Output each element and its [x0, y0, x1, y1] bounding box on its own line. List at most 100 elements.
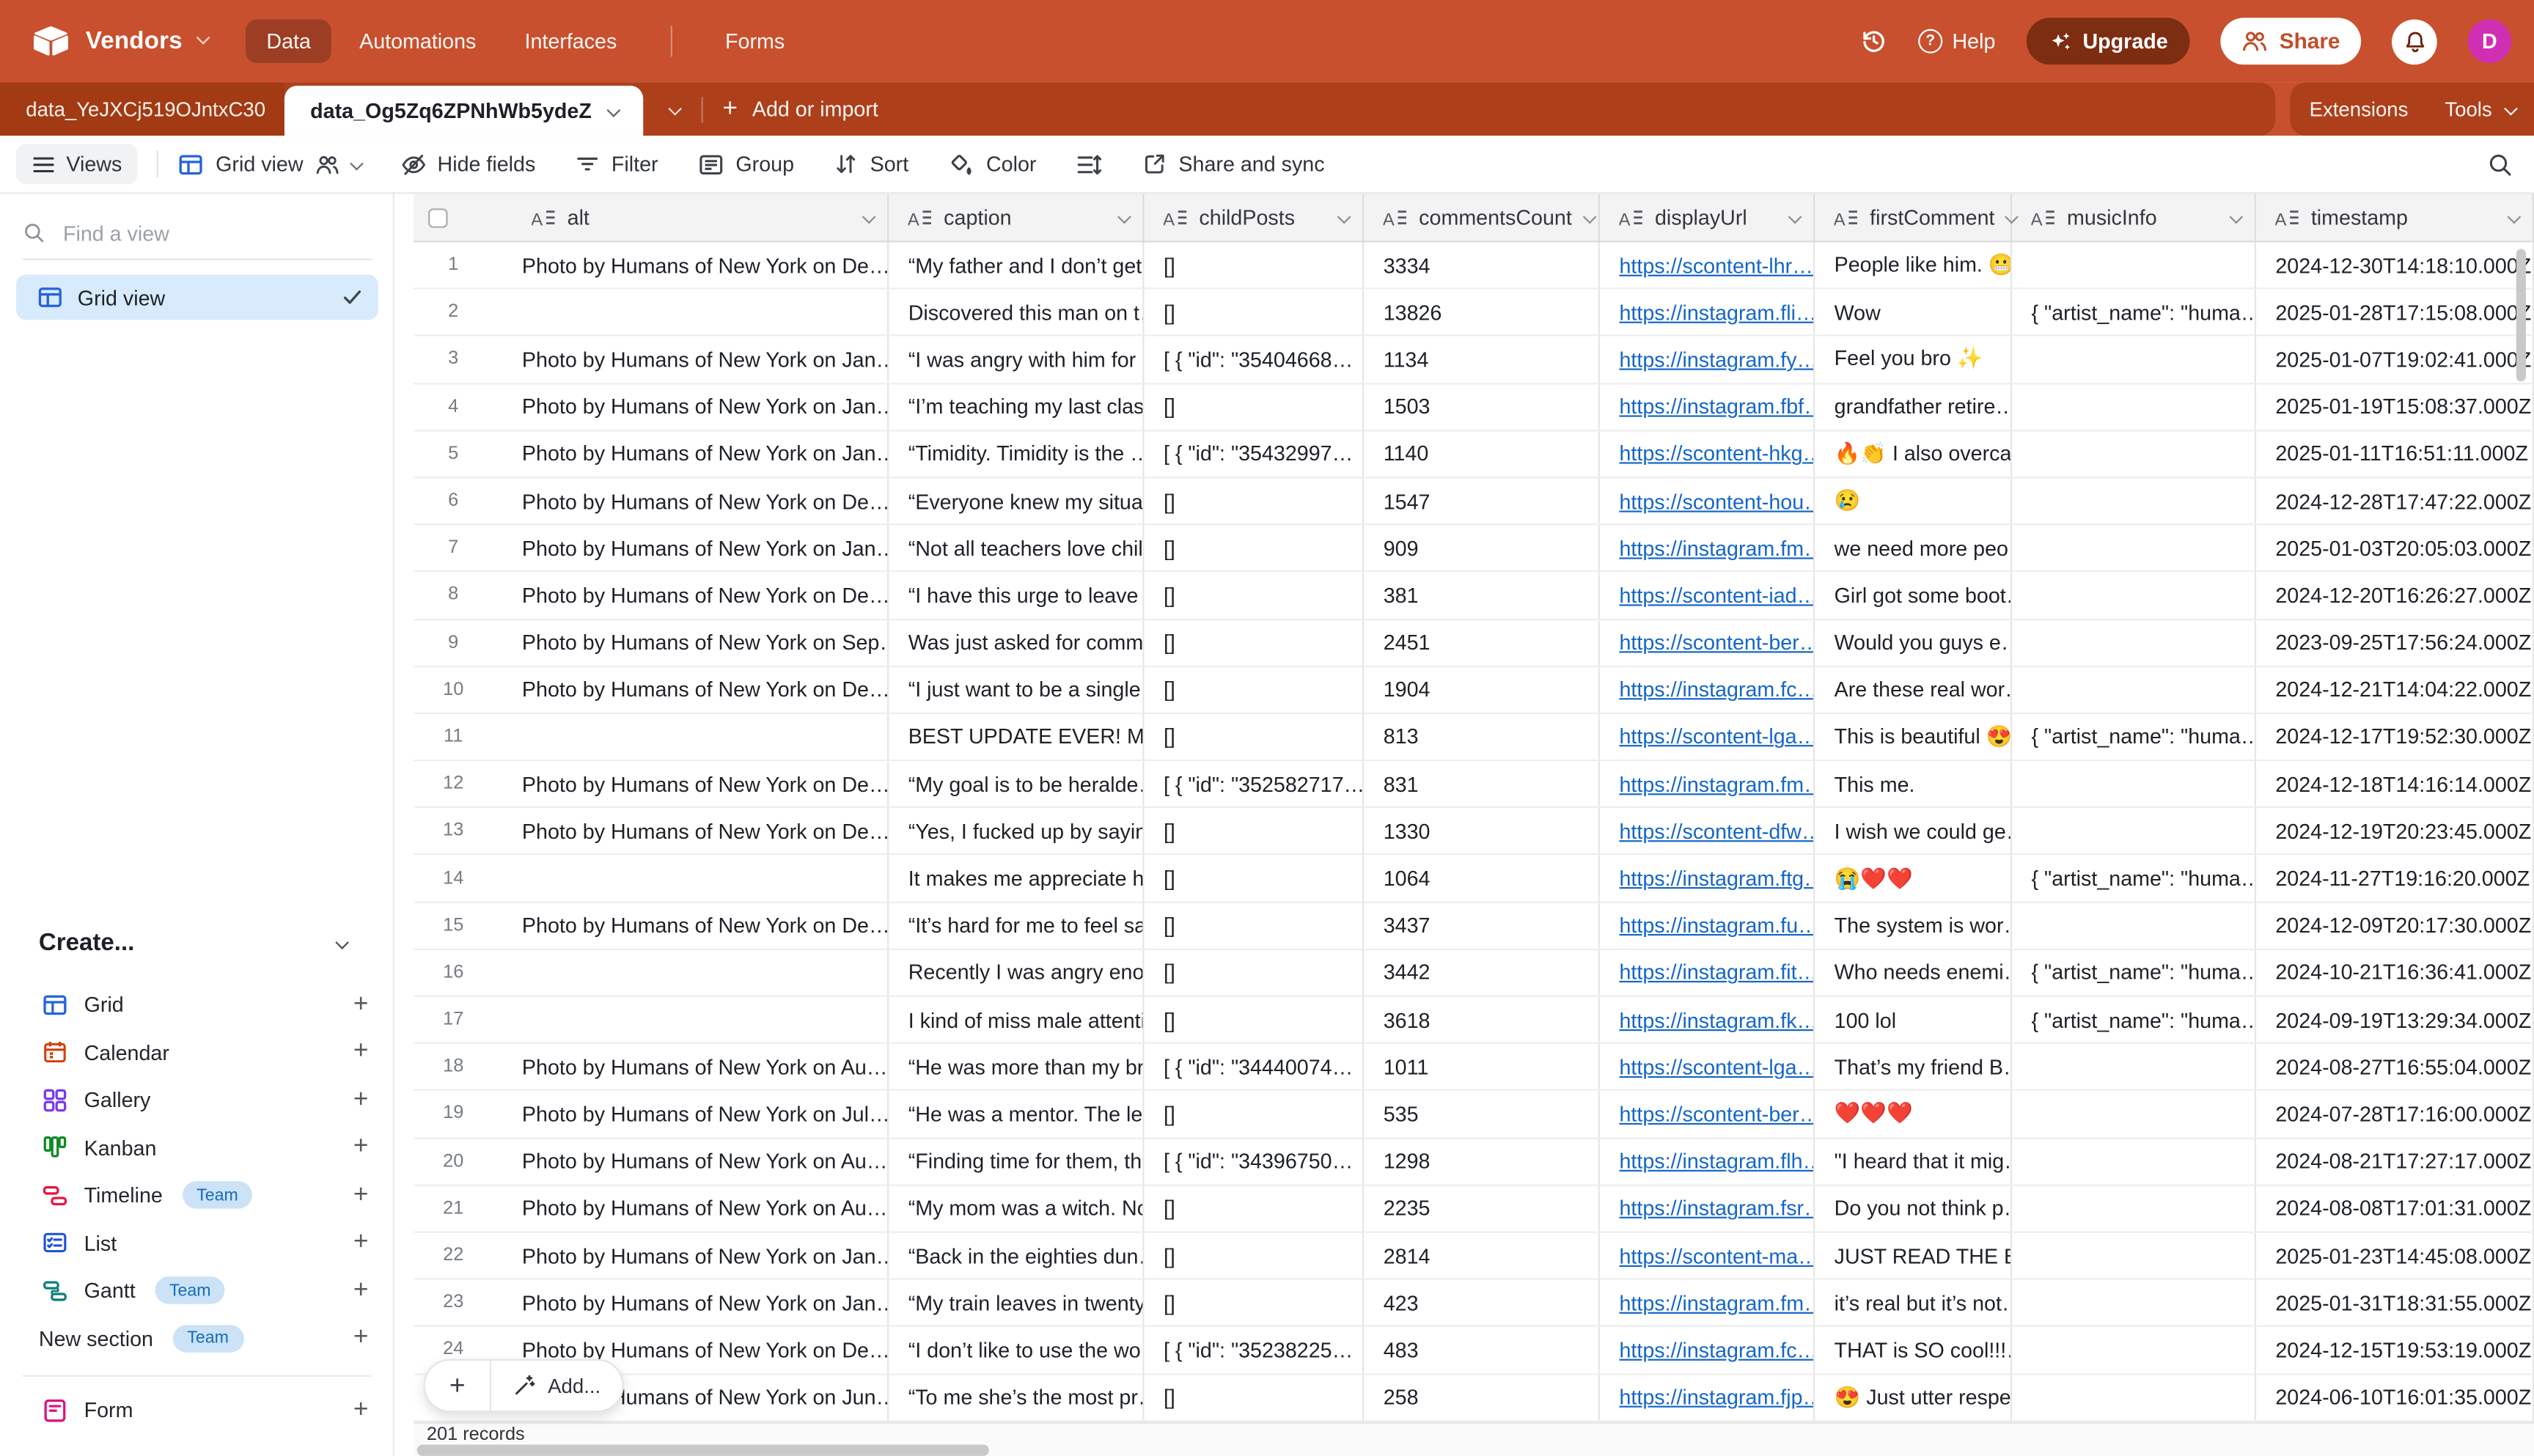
- cell-commentsCount[interactable]: 1547: [1364, 478, 1600, 523]
- cell-firstComment[interactable]: 😍 Just utter respe…: [1815, 1375, 2012, 1420]
- cell-caption[interactable]: “Back in the eighties dun…: [889, 1233, 1144, 1279]
- cell-alt[interactable]: [493, 714, 889, 760]
- display-url-link[interactable]: https://scontent-lga…: [1619, 724, 1815, 749]
- horizontal-scrollbar[interactable]: [417, 1444, 989, 1455]
- cell-childPosts[interactable]: []: [1144, 997, 1364, 1043]
- cell-rownum[interactable]: 14: [414, 856, 493, 901]
- cell-timestamp[interactable]: 2024-12-18T14:16:14.000Z: [2256, 761, 2534, 806]
- cell-rownum[interactable]: 17: [414, 997, 493, 1043]
- cell-alt[interactable]: Photo by Humans of New York on De…: [493, 902, 889, 948]
- cell-musicInfo[interactable]: { "artist_name": "huma…: [2012, 997, 2256, 1043]
- cell-timestamp[interactable]: 2024-09-19T13:29:34.000Z: [2256, 997, 2534, 1043]
- cell-commentsCount[interactable]: 258: [1364, 1375, 1600, 1420]
- cell-firstComment[interactable]: grandfather retire…: [1815, 384, 2012, 430]
- share-and-sync-button[interactable]: Share and sync: [1143, 152, 1325, 176]
- display-url-link[interactable]: https://scontent-hou…: [1619, 489, 1815, 513]
- cell-timestamp[interactable]: 2024-12-15T19:53:19.000Z: [2256, 1327, 2534, 1372]
- cell-caption[interactable]: “My train leaves in twenty…: [889, 1280, 1144, 1326]
- cell-musicInfo[interactable]: [2012, 478, 2256, 523]
- cell-rownum[interactable]: 21: [414, 1185, 493, 1231]
- column-header-displayUrl[interactable]: AdisplayUrl: [1600, 194, 1815, 240]
- cell-childPosts[interactable]: []: [1144, 1280, 1364, 1326]
- plus-icon[interactable]: +: [353, 992, 369, 1018]
- display-url-link[interactable]: https://instagram.fjp…: [1619, 1385, 1815, 1409]
- cell-timestamp[interactable]: 2025-01-28T17:15:08.000Z: [2256, 290, 2534, 335]
- display-url-link[interactable]: https://instagram.fm…: [1619, 1290, 1815, 1315]
- cell-timestamp[interactable]: 2024-12-17T19:52:30.000Z: [2256, 714, 2534, 760]
- cell-childPosts[interactable]: []: [1144, 478, 1364, 523]
- hide-fields-button[interactable]: Hide fields: [400, 151, 535, 177]
- cell-alt[interactable]: [493, 997, 889, 1043]
- color-button[interactable]: Color: [949, 151, 1036, 177]
- cell-rownum[interactable]: 7: [414, 526, 493, 571]
- help-button[interactable]: ? Help: [1918, 29, 1995, 54]
- cell-timestamp[interactable]: 2024-12-20T16:26:27.000Z: [2256, 573, 2534, 618]
- cell-rownum[interactable]: 20: [414, 1139, 493, 1184]
- column-header-caption[interactable]: Acaption: [889, 194, 1144, 240]
- cell-caption[interactable]: It makes me appreciate h…: [889, 856, 1144, 901]
- cell-displayUrl[interactable]: https://instagram.fsr…: [1600, 1185, 1815, 1231]
- workspace-title[interactable]: Vendors: [86, 27, 183, 54]
- cell-caption[interactable]: Was just asked for comm…: [889, 619, 1144, 665]
- cell-commentsCount[interactable]: 423: [1364, 1280, 1600, 1326]
- cell-rownum[interactable]: 1: [414, 243, 493, 288]
- column-header-alt[interactable]: Aalt: [493, 194, 889, 240]
- cell-commentsCount[interactable]: 1134: [1364, 337, 1600, 382]
- plus-icon[interactable]: +: [353, 1230, 369, 1256]
- cell-firstComment[interactable]: Girl got some boot…: [1815, 573, 2012, 618]
- cell-rownum[interactable]: 23: [414, 1280, 493, 1326]
- cell-musicInfo[interactable]: [2012, 761, 2256, 806]
- cell-firstComment[interactable]: THAT is SO cool!!!…: [1815, 1327, 2012, 1372]
- cell-caption[interactable]: “My father and I don’t get…: [889, 243, 1144, 288]
- cell-firstComment[interactable]: The system is wor…: [1815, 902, 2012, 948]
- cell-displayUrl[interactable]: https://instagram.fit…: [1600, 950, 1815, 996]
- cell-alt[interactable]: Photo by Humans of New York on De…: [493, 761, 889, 806]
- cell-childPosts[interactable]: []: [1144, 714, 1364, 760]
- tab-data[interactable]: Data: [246, 19, 332, 63]
- cell-musicInfo[interactable]: { "artist_name": "huma…: [2012, 950, 2256, 996]
- cell-timestamp[interactable]: 2024-12-28T17:47:22.000Z: [2256, 478, 2534, 523]
- cell-childPosts[interactable]: []: [1144, 809, 1364, 854]
- cell-commentsCount[interactable]: 13826: [1364, 290, 1600, 335]
- vertical-scrollbar[interactable]: [2516, 249, 2526, 381]
- sidebar-item-grid-view[interactable]: Grid view: [16, 275, 378, 320]
- table-tab-inactive[interactable]: data_YeJXCj519OJntxC30: [0, 82, 284, 136]
- cell-displayUrl[interactable]: https://instagram.fu…: [1600, 902, 1815, 948]
- sort-button[interactable]: Sort: [834, 152, 908, 176]
- create-item-list[interactable]: List+: [0, 1219, 394, 1267]
- avatar[interactable]: D: [2468, 19, 2512, 63]
- cell-firstComment[interactable]: ❤️❤️❤️: [1815, 1092, 2012, 1137]
- table-menu-chevron-icon[interactable]: [607, 103, 621, 117]
- cell-alt[interactable]: Photo by Humans of New York on De…: [493, 478, 889, 523]
- chevron-down-icon[interactable]: [2230, 213, 2240, 222]
- cell-commentsCount[interactable]: 1298: [1364, 1139, 1600, 1184]
- cell-timestamp[interactable]: 2024-12-21T14:04:22.000Z: [2256, 667, 2534, 713]
- cell-childPosts[interactable]: []: [1144, 290, 1364, 335]
- cell-caption[interactable]: Discovered this man on t…: [889, 290, 1144, 335]
- display-url-link[interactable]: https://instagram.fu…: [1619, 913, 1815, 938]
- cell-displayUrl[interactable]: https://instagram.fbf…: [1600, 384, 1815, 430]
- column-header-firstComment[interactable]: AfirstComment: [1815, 194, 2012, 240]
- cell-commentsCount[interactable]: 831: [1364, 761, 1600, 806]
- display-url-link[interactable]: https://scontent-iad…: [1619, 583, 1815, 607]
- cell-childPosts[interactable]: []: [1144, 526, 1364, 571]
- cell-displayUrl[interactable]: https://instagram.fk…: [1600, 997, 1815, 1043]
- cell-displayUrl[interactable]: https://instagram.fjp…: [1600, 1375, 1815, 1420]
- display-url-link[interactable]: https://scontent-hkg…: [1619, 441, 1815, 466]
- cell-firstComment[interactable]: I wish we could ge…: [1815, 809, 2012, 854]
- cell-caption[interactable]: “My mom was a witch. No…: [889, 1185, 1144, 1231]
- cell-commentsCount[interactable]: 483: [1364, 1327, 1600, 1372]
- cell-timestamp[interactable]: 2024-08-21T17:27:17.000Z: [2256, 1139, 2534, 1184]
- cell-musicInfo[interactable]: { "artist_name": "huma…: [2012, 856, 2256, 901]
- cell-displayUrl[interactable]: https://scontent-lhr…: [1600, 243, 1815, 288]
- create-item-calendar[interactable]: Calendar+: [0, 1029, 394, 1076]
- cell-rownum[interactable]: 15: [414, 902, 493, 948]
- cell-timestamp[interactable]: 2025-01-19T15:08:37.000Z: [2256, 384, 2534, 430]
- display-url-link[interactable]: https://instagram.fy…: [1619, 348, 1815, 372]
- cell-childPosts[interactable]: [ { "id": "352582717…: [1144, 761, 1364, 806]
- cell-displayUrl[interactable]: https://instagram.fm…: [1600, 1280, 1815, 1326]
- cell-musicInfo[interactable]: [2012, 243, 2256, 288]
- cell-caption[interactable]: “Not all teachers love chil…: [889, 526, 1144, 571]
- cell-alt[interactable]: Photo by Humans of New York on De…: [493, 809, 889, 854]
- cell-caption[interactable]: BEST UPDATE EVER! Mos…: [889, 714, 1144, 760]
